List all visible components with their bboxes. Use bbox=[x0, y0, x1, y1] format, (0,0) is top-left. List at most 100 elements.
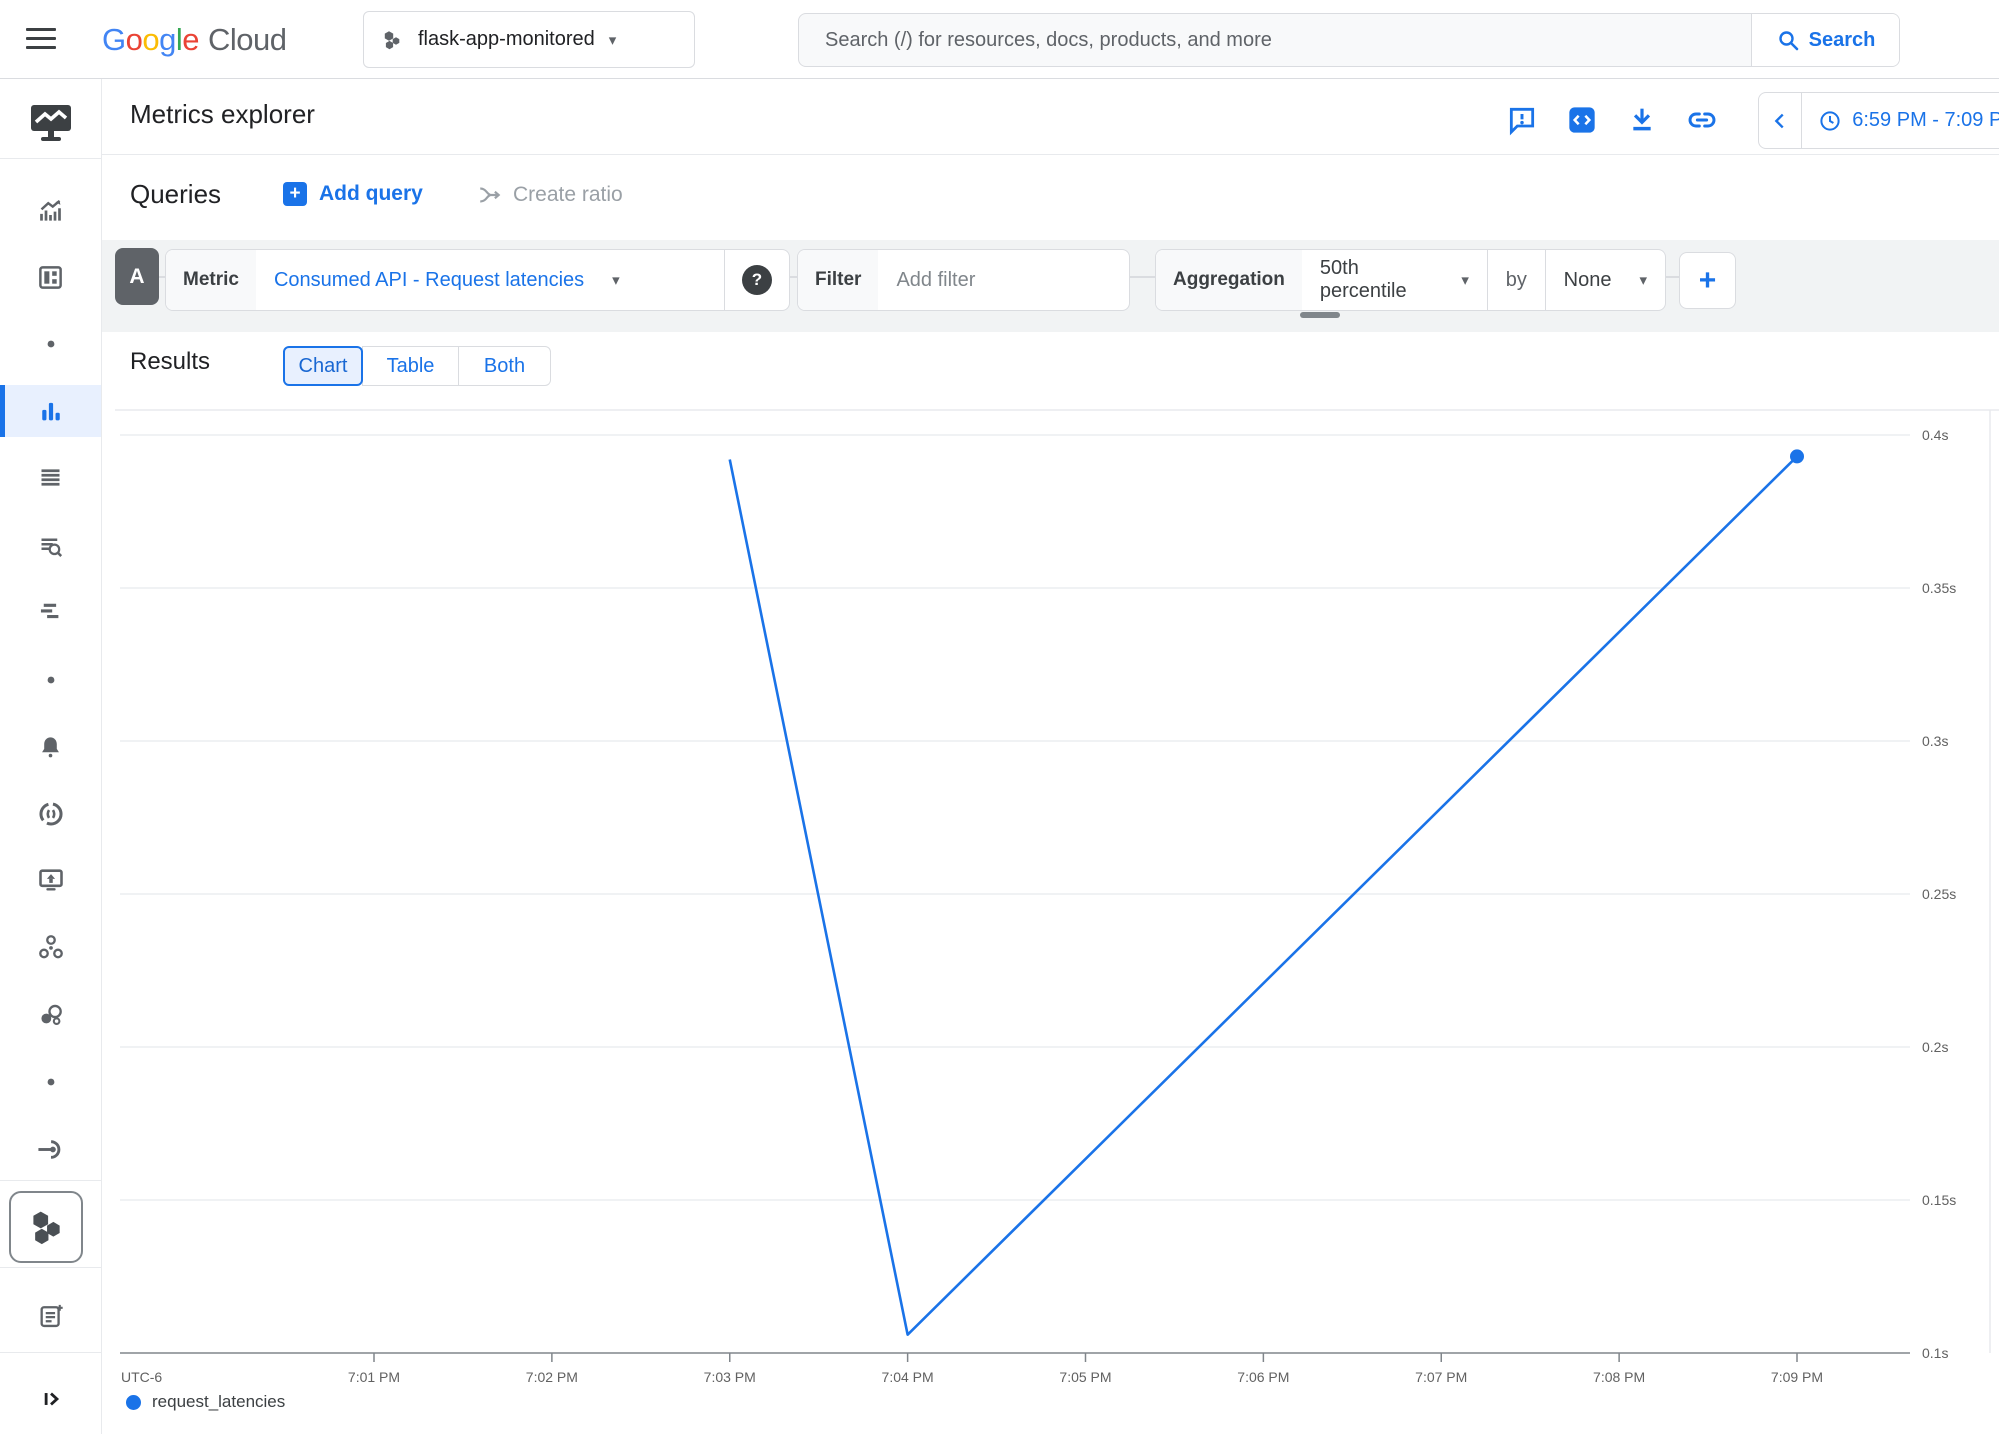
add-query-label: Add query bbox=[319, 182, 423, 206]
clock-icon bbox=[1818, 109, 1842, 133]
chevron-left-icon bbox=[1769, 110, 1791, 132]
share-link-button[interactable] bbox=[1686, 104, 1718, 136]
global-search-bar: Search bbox=[798, 13, 1900, 67]
svg-text:7:09 PM: 7:09 PM bbox=[1771, 1369, 1823, 1385]
legend-label: request_latencies bbox=[152, 1392, 285, 1412]
hexagon-cluster-icon bbox=[380, 28, 404, 52]
aggregation-chip: Aggregation 50th percentile ▾ by None ▾ bbox=[1155, 249, 1666, 311]
download-icon bbox=[1626, 104, 1658, 136]
download-button[interactable] bbox=[1626, 104, 1658, 136]
main-menu-icon[interactable] bbox=[26, 28, 56, 52]
google-cloud-logo: Google Cloud bbox=[102, 0, 287, 79]
svg-text:7:03 PM: 7:03 PM bbox=[704, 1369, 756, 1385]
top-bar: Google Cloud flask-app-monitored ▾ Searc… bbox=[0, 0, 1999, 79]
svg-text:7:08 PM: 7:08 PM bbox=[1593, 1369, 1645, 1385]
filter-input[interactable] bbox=[878, 250, 1084, 310]
svg-text:7:04 PM: 7:04 PM bbox=[882, 1369, 934, 1385]
svg-text:7:07 PM: 7:07 PM bbox=[1415, 1369, 1467, 1385]
metric-value: Consumed API - Request latencies bbox=[274, 269, 584, 292]
feedback-icon bbox=[1506, 104, 1538, 136]
queries-title: Queries bbox=[130, 179, 221, 210]
time-range-text: 6:59 PM - 7:09 PM bbox=[1852, 109, 1999, 132]
time-range-selector: 6:59 PM - 7:09 PM bbox=[1758, 92, 1999, 149]
metric-chip: Metric Consumed API - Request latencies … bbox=[165, 249, 790, 311]
cloud-wordmark: Cloud bbox=[208, 22, 287, 58]
sidebar-item-overview[interactable] bbox=[0, 184, 101, 236]
google-wordmark: Google bbox=[102, 22, 199, 58]
results-title: Results bbox=[130, 348, 210, 376]
search-button[interactable]: Search bbox=[1751, 14, 1899, 66]
svg-text:0.35s: 0.35s bbox=[1922, 580, 1956, 596]
view-code-button[interactable] bbox=[1566, 104, 1598, 136]
merge-arrow-icon bbox=[477, 182, 503, 208]
chart-legend[interactable]: request_latencies bbox=[126, 1392, 285, 1412]
time-back-button[interactable] bbox=[1759, 93, 1802, 148]
advanced-options-handle[interactable] bbox=[1300, 312, 1340, 318]
tab-both[interactable]: Both bbox=[458, 346, 551, 386]
svg-text:0.1s: 0.1s bbox=[1922, 1345, 1948, 1361]
svg-text:0.25s: 0.25s bbox=[1922, 886, 1956, 902]
sidebar-item-monitoring-logo[interactable] bbox=[0, 95, 101, 147]
aggregation-label: Aggregation bbox=[1156, 250, 1302, 310]
trending-chart-icon bbox=[37, 197, 64, 224]
add-sub-query-button[interactable]: + bbox=[1679, 252, 1736, 309]
filter-chip: Filter bbox=[797, 249, 1130, 311]
connector-line bbox=[790, 276, 797, 278]
sidebar-divider bbox=[0, 158, 101, 159]
chevron-down-icon: ▾ bbox=[609, 31, 617, 49]
time-range-value[interactable]: 6:59 PM - 7:09 PM bbox=[1802, 109, 1999, 133]
project-selector[interactable]: flask-app-monitored ▾ bbox=[363, 11, 695, 68]
svg-text:0.4s: 0.4s bbox=[1922, 427, 1948, 443]
svg-text:7:02 PM: 7:02 PM bbox=[526, 1369, 578, 1385]
svg-text:7:01 PM: 7:01 PM bbox=[348, 1369, 400, 1385]
search-icon bbox=[1776, 28, 1800, 52]
svg-text:0.2s: 0.2s bbox=[1922, 1039, 1948, 1055]
sidebar-item-dashboards[interactable] bbox=[0, 251, 101, 303]
metric-dropdown[interactable]: Consumed API - Request latencies ▾ bbox=[256, 250, 724, 310]
plus-icon: + bbox=[283, 182, 307, 206]
chevron-down-icon: ▾ bbox=[612, 271, 620, 289]
feedback-button[interactable] bbox=[1506, 104, 1538, 136]
chevron-down-icon: ▾ bbox=[1461, 271, 1469, 289]
create-ratio-label: Create ratio bbox=[513, 183, 623, 207]
dashboard-icon bbox=[37, 264, 64, 291]
group-by-dropdown[interactable]: None ▾ bbox=[1546, 250, 1665, 310]
by-label: by bbox=[1488, 250, 1545, 310]
tab-chart[interactable]: Chart bbox=[283, 346, 363, 386]
chevron-down-icon: ▾ bbox=[1639, 271, 1647, 289]
create-ratio-button[interactable]: Create ratio bbox=[477, 182, 623, 208]
project-name: flask-app-monitored bbox=[418, 28, 595, 51]
tab-table[interactable]: Table bbox=[362, 346, 459, 386]
legend-dot-icon bbox=[126, 1395, 141, 1410]
queries-toolbar: Queries + Add query Create ratio bbox=[102, 155, 1999, 240]
monitoring-logo-icon bbox=[24, 97, 78, 145]
dot-icon bbox=[46, 339, 56, 349]
svg-text:7:06 PM: 7:06 PM bbox=[1237, 1369, 1289, 1385]
plus-icon: + bbox=[1699, 264, 1717, 298]
results-view-toggle: Chart Table Both bbox=[283, 346, 551, 386]
svg-text:UTC-6: UTC-6 bbox=[121, 1369, 162, 1385]
filter-label: Filter bbox=[798, 250, 878, 310]
aggregation-value: 50th percentile bbox=[1320, 257, 1434, 303]
metrics-explorer-page: Google Cloud flask-app-monitored ▾ Searc… bbox=[0, 0, 1999, 1434]
code-icon bbox=[1566, 104, 1598, 136]
group-by-value: None bbox=[1564, 269, 1612, 292]
search-input[interactable] bbox=[799, 14, 1751, 66]
help-button[interactable]: ? bbox=[742, 265, 772, 295]
page-header: Metrics explorer bbox=[102, 79, 1999, 155]
add-query-button[interactable]: + Add query bbox=[283, 182, 423, 206]
connector-line bbox=[1130, 276, 1155, 278]
svg-text:7:05 PM: 7:05 PM bbox=[1059, 1369, 1111, 1385]
results-toolbar: Results Chart Table Both bbox=[102, 332, 1999, 400]
divider bbox=[724, 250, 725, 310]
search-button-label: Search bbox=[1809, 29, 1876, 52]
sidebar-overflow-dot[interactable] bbox=[0, 318, 101, 370]
query-letter-badge: A bbox=[115, 248, 159, 305]
aggregation-dropdown[interactable]: 50th percentile ▾ bbox=[1302, 250, 1487, 310]
link-icon bbox=[1686, 104, 1718, 136]
latency-line-chart[interactable]: 0.4s0.35s0.3s0.25s0.2s0.15s0.1s7:01 PM7:… bbox=[0, 400, 1999, 1434]
connector-line bbox=[1666, 276, 1679, 278]
query-builder: A Metric Consumed API - Request latencie… bbox=[102, 240, 1999, 332]
svg-text:0.15s: 0.15s bbox=[1922, 1192, 1956, 1208]
page-title: Metrics explorer bbox=[130, 99, 315, 130]
